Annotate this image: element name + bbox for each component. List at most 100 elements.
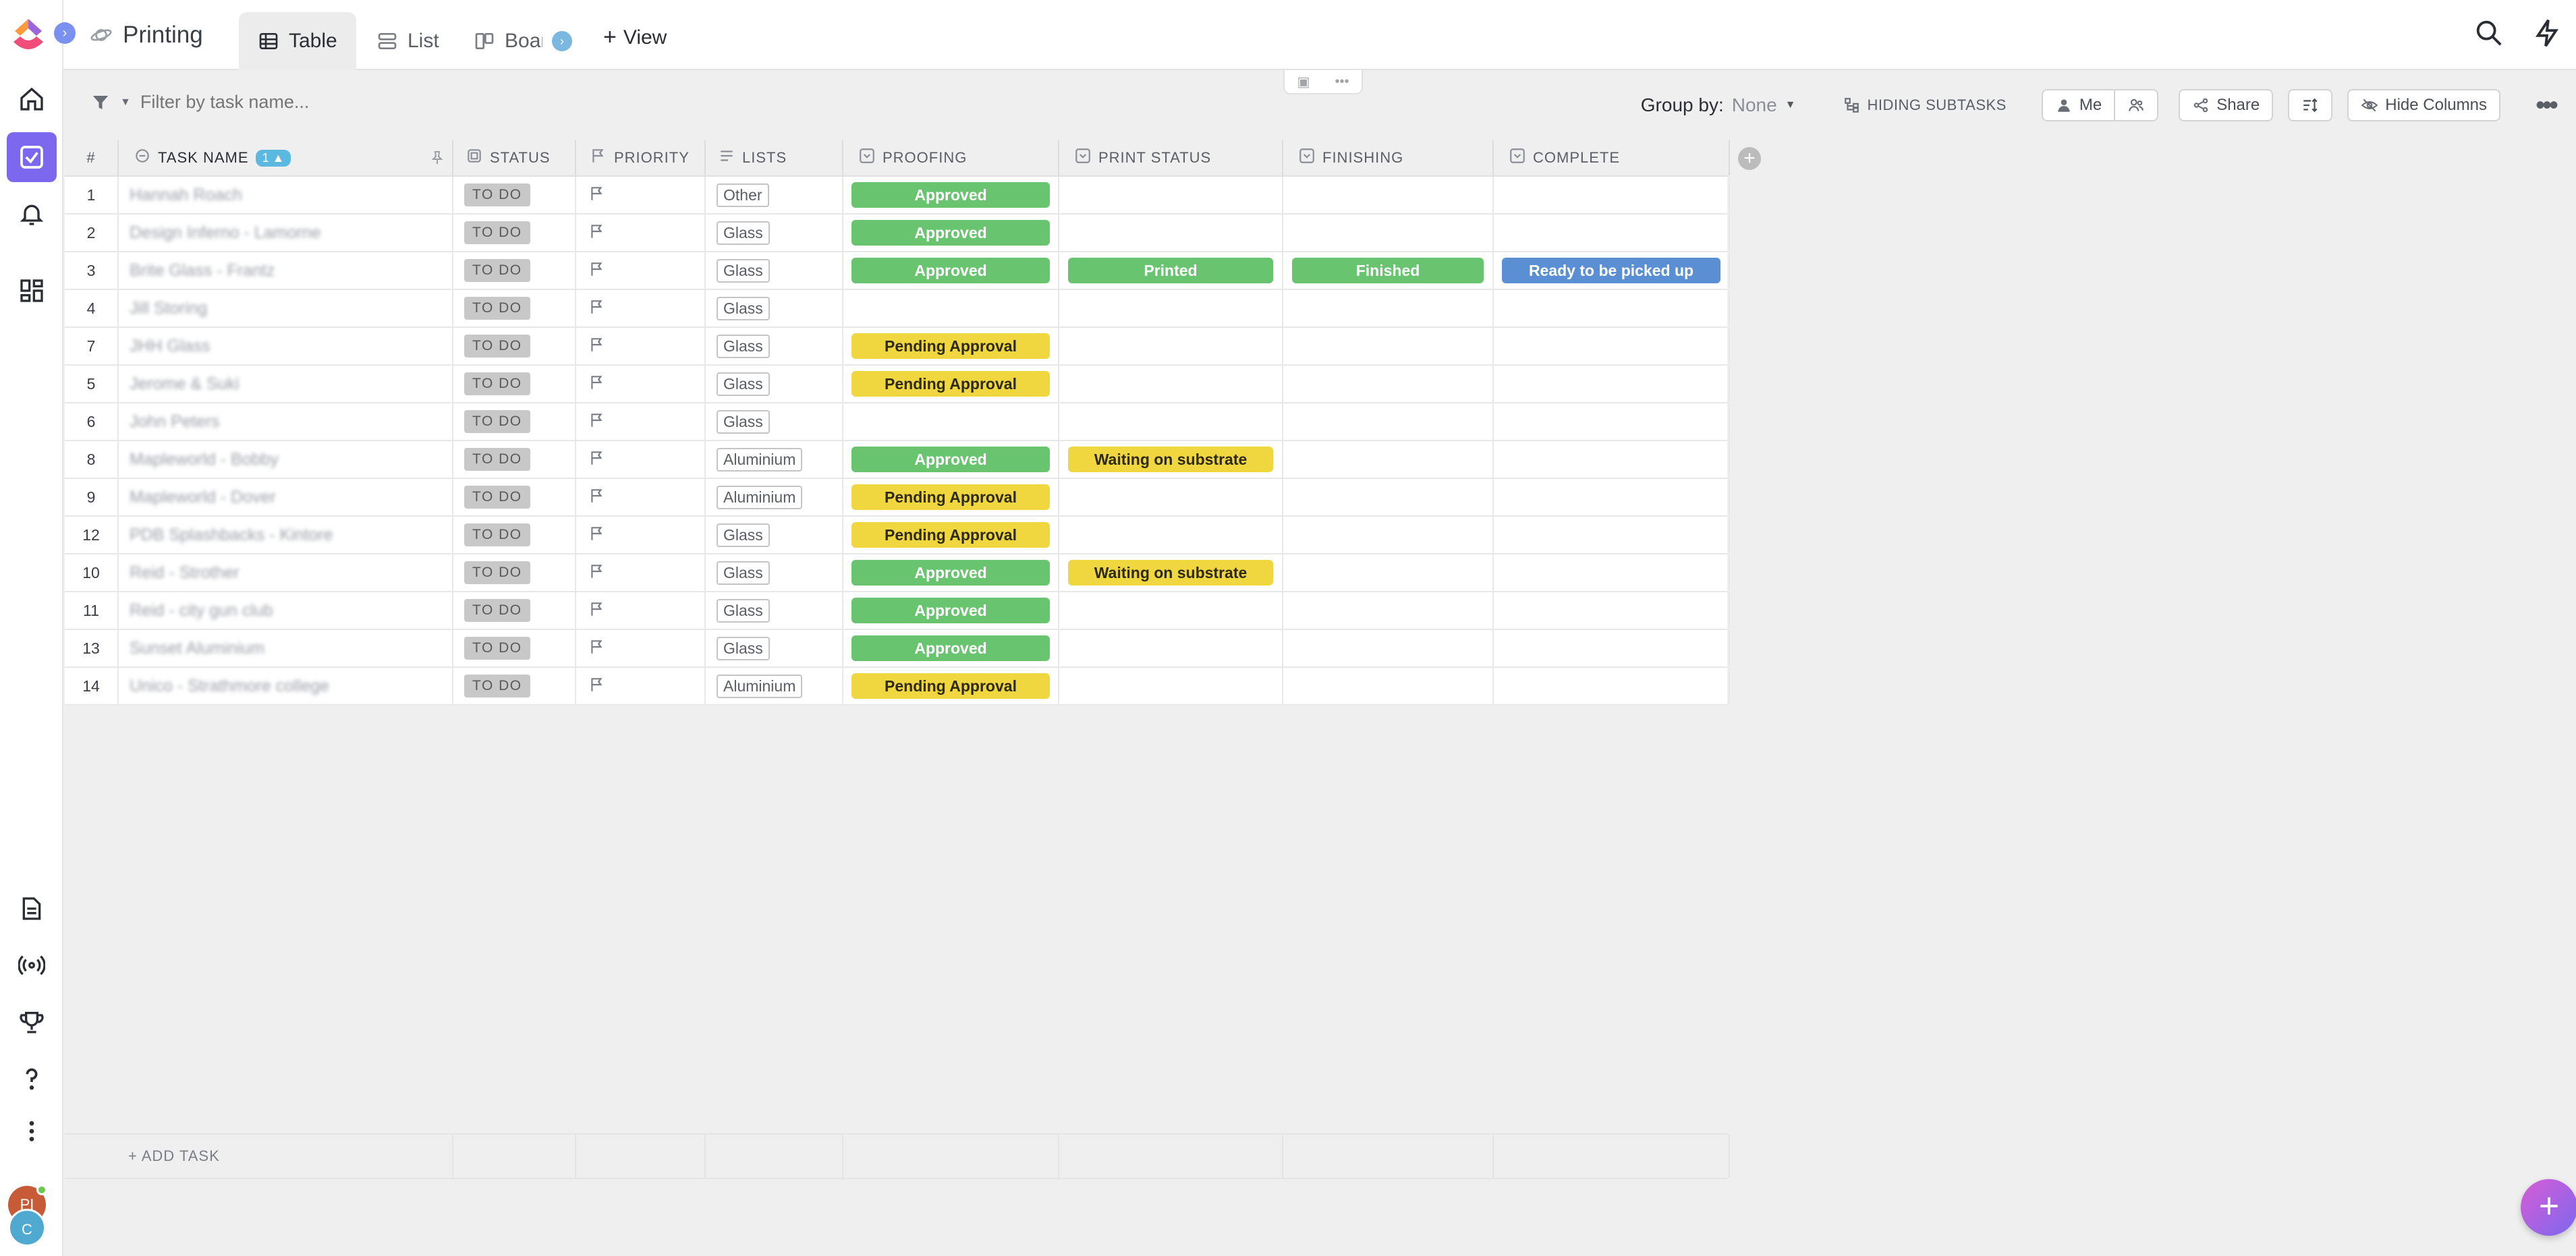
complete-cell[interactable] xyxy=(1494,177,1730,213)
table-row[interactable]: 3 Brite Glass - Frantz TO DO Glass Appro… xyxy=(65,252,1730,290)
column-header-task-name[interactable]: TASK NAME 1 ▲ xyxy=(119,140,453,175)
list-cell[interactable]: Glass xyxy=(706,252,843,289)
status-badge[interactable]: TO DO xyxy=(464,335,530,358)
hiding-subtasks-toggle[interactable]: HIDING SUBTASKS xyxy=(1843,96,2007,114)
sort-badge[interactable]: 1 ▲ xyxy=(255,149,291,167)
column-header-finishing[interactable]: FINISHING xyxy=(1283,140,1494,175)
finishing-cell[interactable] xyxy=(1283,592,1494,629)
priority-cell[interactable] xyxy=(576,366,706,402)
proofing-pill[interactable]: Pending Approval xyxy=(851,484,1050,510)
proofing-cell[interactable]: Approved xyxy=(843,630,1059,666)
proofing-cell[interactable]: Approved xyxy=(843,554,1059,591)
column-header-proofing[interactable]: PROOFING xyxy=(843,140,1059,175)
table-row[interactable]: 12 PDB Splashbacks - Kintore TO DO Glass… xyxy=(65,517,1730,554)
finishing-cell[interactable] xyxy=(1283,366,1494,402)
task-name[interactable]: Reid - Strother xyxy=(130,563,240,583)
flag-icon[interactable] xyxy=(588,298,606,319)
task-name-cell[interactable]: Design Inferno - Lamorne xyxy=(119,215,453,251)
status-badge[interactable]: TO DO xyxy=(464,675,530,697)
status-badge[interactable]: TO DO xyxy=(464,259,530,282)
flag-icon[interactable] xyxy=(588,411,606,432)
pin-column-icon[interactable] xyxy=(429,150,445,170)
proofing-cell[interactable]: Approved xyxy=(843,252,1059,289)
finishing-pill[interactable]: Finished xyxy=(1292,258,1484,283)
complete-cell[interactable] xyxy=(1494,366,1730,402)
list-cell[interactable]: Glass xyxy=(706,366,843,402)
share-button[interactable]: Share xyxy=(2179,89,2274,121)
proofing-pill[interactable]: Approved xyxy=(851,635,1050,661)
filter-control[interactable]: ▼ xyxy=(90,92,545,113)
list-tag[interactable]: Aluminium xyxy=(717,485,803,509)
trophy-icon[interactable] xyxy=(7,997,57,1047)
priority-cell[interactable] xyxy=(576,403,706,440)
table-row[interactable]: 7 JHH Glass TO DO Glass Pending Approval xyxy=(65,328,1730,366)
complete-pill[interactable]: Ready to be picked up xyxy=(1502,258,1720,283)
priority-cell[interactable] xyxy=(576,215,706,251)
flag-icon[interactable] xyxy=(588,223,606,244)
proofing-cell[interactable]: Pending Approval xyxy=(843,366,1059,402)
task-name-cell[interactable]: PDB Splashbacks - Kintore xyxy=(119,517,453,553)
me-filter-button[interactable]: Me xyxy=(2041,89,2116,121)
list-cell[interactable]: Glass xyxy=(706,630,843,666)
proofing-pill[interactable]: Pending Approval xyxy=(851,673,1050,699)
flag-icon[interactable] xyxy=(588,185,606,206)
task-name-cell[interactable]: Hannah Roach xyxy=(119,177,453,213)
proofing-cell[interactable]: Approved xyxy=(843,441,1059,478)
flag-icon[interactable] xyxy=(588,525,606,546)
quick-create-button[interactable]: + xyxy=(2521,1179,2576,1236)
status-cell[interactable]: TO DO xyxy=(453,668,576,704)
priority-cell[interactable] xyxy=(576,479,706,515)
complete-cell[interactable] xyxy=(1494,441,1730,478)
bell-icon[interactable] xyxy=(7,189,57,239)
list-tag[interactable]: Glass xyxy=(717,372,770,396)
list-cell[interactable]: Other xyxy=(706,177,843,213)
status-badge[interactable]: TO DO xyxy=(464,637,530,660)
status-cell[interactable]: TO DO xyxy=(453,215,576,251)
home-icon[interactable] xyxy=(7,74,57,124)
status-cell[interactable]: TO DO xyxy=(453,290,576,326)
group-by-control[interactable]: Group by: None ▼ xyxy=(1641,94,1796,116)
list-cell[interactable]: Aluminium xyxy=(706,668,843,704)
task-name-cell[interactable]: Jerome & Suki xyxy=(119,366,453,402)
space-breadcrumb[interactable]: Printing xyxy=(89,22,203,49)
task-name-cell[interactable]: Reid - Strother xyxy=(119,554,453,591)
dashboard-icon[interactable] xyxy=(7,266,57,316)
status-badge[interactable]: TO DO xyxy=(464,599,530,622)
complete-cell[interactable] xyxy=(1494,290,1730,326)
proofing-cell[interactable]: Pending Approval xyxy=(843,517,1059,553)
print-status-pill[interactable]: Waiting on substrate xyxy=(1068,447,1273,472)
finishing-cell[interactable] xyxy=(1283,554,1494,591)
status-cell[interactable]: TO DO xyxy=(453,592,576,629)
complete-cell[interactable]: Ready to be picked up xyxy=(1494,252,1730,289)
list-tag[interactable]: Glass xyxy=(717,221,770,245)
table-row[interactable]: 11 Reid - city gun club TO DO Glass Appr… xyxy=(65,592,1730,630)
tab-board[interactable]: Board › xyxy=(455,12,603,70)
list-cell[interactable]: Glass xyxy=(706,215,843,251)
complete-cell[interactable] xyxy=(1494,479,1730,515)
proofing-cell[interactable]: Pending Approval xyxy=(843,668,1059,704)
finishing-cell[interactable] xyxy=(1283,668,1494,704)
list-cell[interactable]: Glass xyxy=(706,290,843,326)
print-status-cell[interactable] xyxy=(1059,592,1283,629)
lightning-icon[interactable] xyxy=(2531,18,2563,49)
task-name[interactable]: Hannah Roach xyxy=(130,185,242,205)
proofing-pill[interactable]: Pending Approval xyxy=(851,371,1050,397)
more-vertical-icon[interactable] xyxy=(7,1106,57,1156)
task-name-cell[interactable]: Jill Storing xyxy=(119,290,453,326)
finishing-cell[interactable] xyxy=(1283,215,1494,251)
tab-list[interactable]: List xyxy=(358,12,458,70)
finishing-cell[interactable] xyxy=(1283,290,1494,326)
finishing-cell[interactable] xyxy=(1283,441,1494,478)
task-name[interactable]: Sunset Aluminium xyxy=(130,639,264,658)
status-badge[interactable]: TO DO xyxy=(464,448,530,471)
table-row[interactable]: 13 Sunset Aluminium TO DO Glass Approved xyxy=(65,630,1730,668)
flag-icon[interactable] xyxy=(588,374,606,395)
finishing-cell[interactable] xyxy=(1283,630,1494,666)
task-name-cell[interactable]: Mapleworld - Dover xyxy=(119,479,453,515)
table-row[interactable]: 10 Reid - Strother TO DO Glass Approved … xyxy=(65,554,1730,592)
list-tag[interactable]: Glass xyxy=(717,409,770,434)
add-task-button[interactable]: + ADD TASK xyxy=(65,1135,453,1178)
list-tag[interactable]: Aluminium xyxy=(717,447,803,472)
column-header-print-status[interactable]: PRINT STATUS xyxy=(1059,140,1283,175)
list-cell[interactable]: Glass xyxy=(706,554,843,591)
